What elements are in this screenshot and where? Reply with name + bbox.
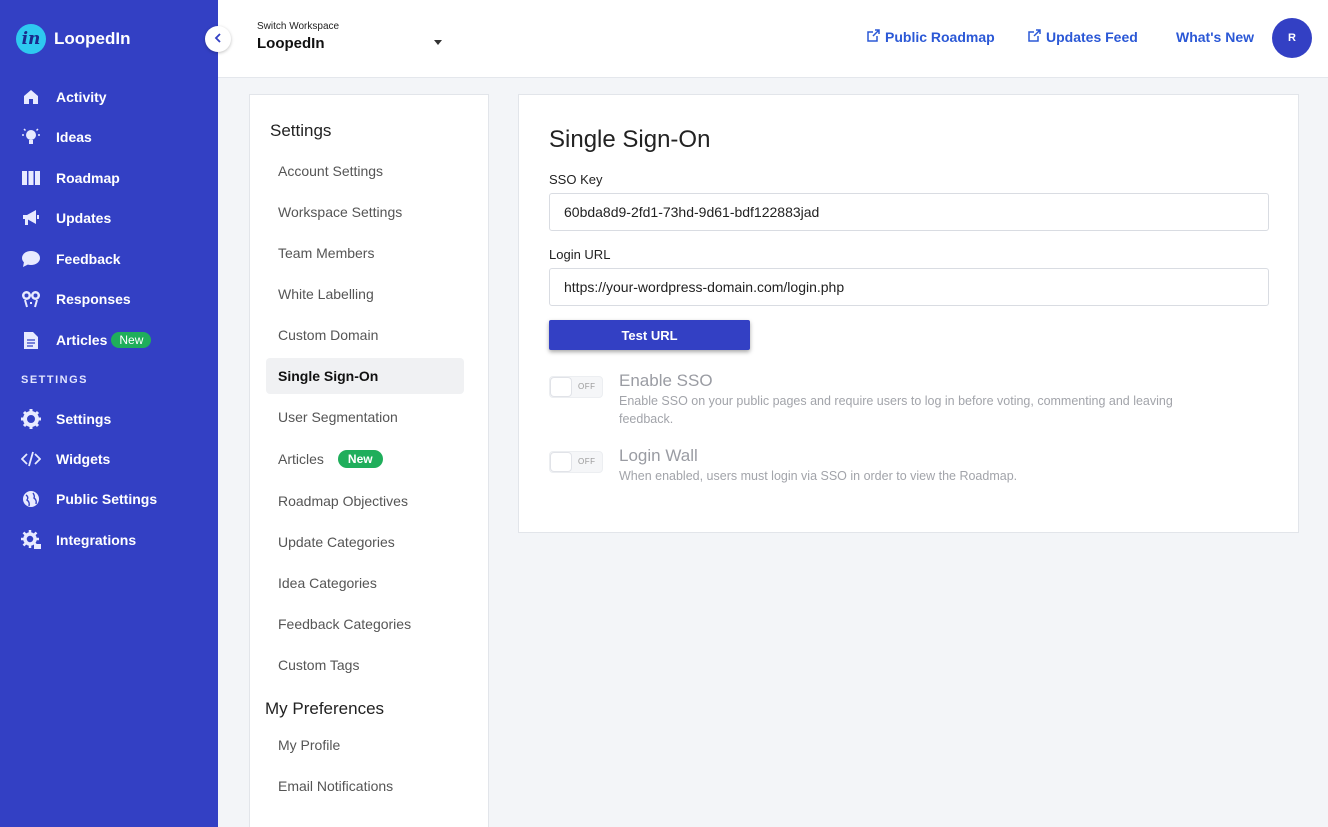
sso-key-input[interactable] xyxy=(549,193,1269,231)
sidebar-item-label: Activity xyxy=(56,89,107,105)
public-roadmap-link[interactable]: Public Roadmap xyxy=(867,29,995,45)
sidebar-item-articles[interactable]: Articles New xyxy=(20,328,152,352)
sidebar-item-roadmap[interactable]: Roadmap xyxy=(20,166,120,190)
enable-sso-title: Enable SSO xyxy=(619,371,713,390)
settings-link-roadmap-objectives[interactable]: Roadmap Objectives xyxy=(266,483,464,519)
updates-feed-label: Updates Feed xyxy=(1046,29,1138,45)
settings-link-custom-tags[interactable]: Custom Tags xyxy=(266,647,464,683)
toggle-state: OFF xyxy=(578,457,596,466)
chat-bubble-icon xyxy=(20,248,42,270)
sidebar-item-label: Updates xyxy=(56,210,112,226)
sidebar-item-label: Responses xyxy=(56,291,131,307)
code-icon xyxy=(20,448,42,470)
roadmap-columns-icon xyxy=(20,167,42,189)
page-title: Single Sign-On xyxy=(549,126,711,153)
toggle-knob xyxy=(550,377,572,397)
settings-link-feedback-categories[interactable]: Feedback Categories xyxy=(266,606,464,642)
sidebar-item-responses[interactable]: Responses xyxy=(20,287,131,311)
responses-icon xyxy=(20,288,42,310)
chevron-left-icon xyxy=(214,32,222,46)
settings-heading: Settings xyxy=(270,121,332,140)
sidebar-item-label: Public Settings xyxy=(56,491,158,507)
settings-link-single-sign-on[interactable]: Single Sign-On xyxy=(266,358,464,394)
brand[interactable]: in LoopedIn xyxy=(16,24,130,54)
external-link-icon xyxy=(1028,29,1046,45)
gear-icon xyxy=(20,408,42,430)
workspace-switch-label: Switch Workspace xyxy=(257,21,340,32)
settings-link-workspace[interactable]: Workspace Settings xyxy=(266,194,464,230)
new-badge: New xyxy=(337,450,383,468)
topbar: Switch Workspace LoopedIn Public Roadmap… xyxy=(218,0,1328,78)
sidebar-item-label: Settings xyxy=(56,411,112,427)
sidebar-item-label: Widgets xyxy=(56,451,111,467)
megaphone-icon xyxy=(20,207,42,229)
login-wall-title: Login Wall xyxy=(619,446,698,465)
avatar[interactable]: R xyxy=(1272,18,1312,58)
sidebar-item-activity[interactable]: Activity xyxy=(20,85,107,109)
sidebar-item-settings[interactable]: Settings xyxy=(20,407,111,431)
sidebar-item-widgets[interactable]: Widgets xyxy=(20,447,110,471)
sidebar-item-ideas[interactable]: Ideas xyxy=(20,125,92,149)
whats-new-link[interactable]: What's New xyxy=(1176,29,1254,45)
settings-link-update-categories[interactable]: Update Categories xyxy=(266,524,464,560)
settings-link-my-profile[interactable]: My Profile xyxy=(266,727,464,763)
new-badge: New xyxy=(111,332,152,348)
settings-link-label: Articles xyxy=(278,451,324,467)
sidebar-item-label: Integrations xyxy=(56,532,137,548)
sidebar-item-label: Feedback xyxy=(56,251,121,267)
sidebar-item-public-settings[interactable]: Public Settings xyxy=(20,487,157,511)
home-icon xyxy=(20,86,42,108)
login-url-input[interactable] xyxy=(549,268,1269,306)
sidebar: in LoopedIn Activity Ideas Roadmap Updat… xyxy=(0,0,218,827)
toggle-knob xyxy=(550,452,572,472)
login-url-label: Login URL xyxy=(549,247,611,262)
settings-link-idea-categories[interactable]: Idea Categories xyxy=(266,565,464,601)
my-preferences-heading: My Preferences xyxy=(265,699,385,718)
settings-section-label: SETTINGS xyxy=(21,374,89,386)
loopedin-logo-icon: in xyxy=(16,24,46,54)
settings-link-account[interactable]: Account Settings xyxy=(266,153,464,189)
settings-link-user-segmentation[interactable]: User Segmentation xyxy=(266,399,464,435)
updates-feed-link[interactable]: Updates Feed xyxy=(1028,29,1138,45)
enable-sso-toggle[interactable]: OFF xyxy=(549,376,603,398)
sidebar-item-integrations[interactable]: Integrations xyxy=(20,528,136,552)
lightbulb-icon xyxy=(20,126,42,148)
settings-nav-panel: Settings Account Settings Workspace Sett… xyxy=(249,94,489,827)
workspace-selector[interactable]: LoopedIn xyxy=(257,35,325,52)
collapse-sidebar-button[interactable] xyxy=(205,26,231,52)
integrations-gear-icon xyxy=(20,529,42,551)
settings-link-team-members[interactable]: Team Members xyxy=(266,235,464,271)
external-link-icon xyxy=(867,29,885,45)
sidebar-item-feedback[interactable]: Feedback xyxy=(20,247,121,271)
settings-link-custom-domain[interactable]: Custom Domain xyxy=(266,317,464,353)
enable-sso-description: Enable SSO on your public pages and requ… xyxy=(619,394,1173,426)
sidebar-item-label: Articles xyxy=(56,332,108,348)
brand-name: LoopedIn xyxy=(54,29,131,48)
test-url-button[interactable]: Test URL xyxy=(549,320,750,350)
settings-link-white-labelling[interactable]: White Labelling xyxy=(266,276,464,312)
settings-link-articles[interactable]: Articles New xyxy=(266,441,464,477)
public-roadmap-label: Public Roadmap xyxy=(885,29,995,45)
sso-key-label: SSO Key xyxy=(549,172,603,187)
document-icon xyxy=(20,329,42,351)
login-wall-description: When enabled, users must login via SSO i… xyxy=(619,469,1018,483)
globe-icon xyxy=(20,488,42,510)
sidebar-item-label: Ideas xyxy=(56,129,92,145)
settings-link-email-notifications[interactable]: Email Notifications xyxy=(266,768,464,804)
toggle-state: OFF xyxy=(578,382,596,391)
sso-card: Single Sign-On SSO Key Login URL Test UR… xyxy=(518,94,1299,533)
sidebar-item-label: Roadmap xyxy=(56,170,120,186)
sidebar-item-updates[interactable]: Updates xyxy=(20,206,111,230)
login-wall-toggle[interactable]: OFF xyxy=(549,451,603,473)
caret-down-icon[interactable] xyxy=(434,40,442,45)
